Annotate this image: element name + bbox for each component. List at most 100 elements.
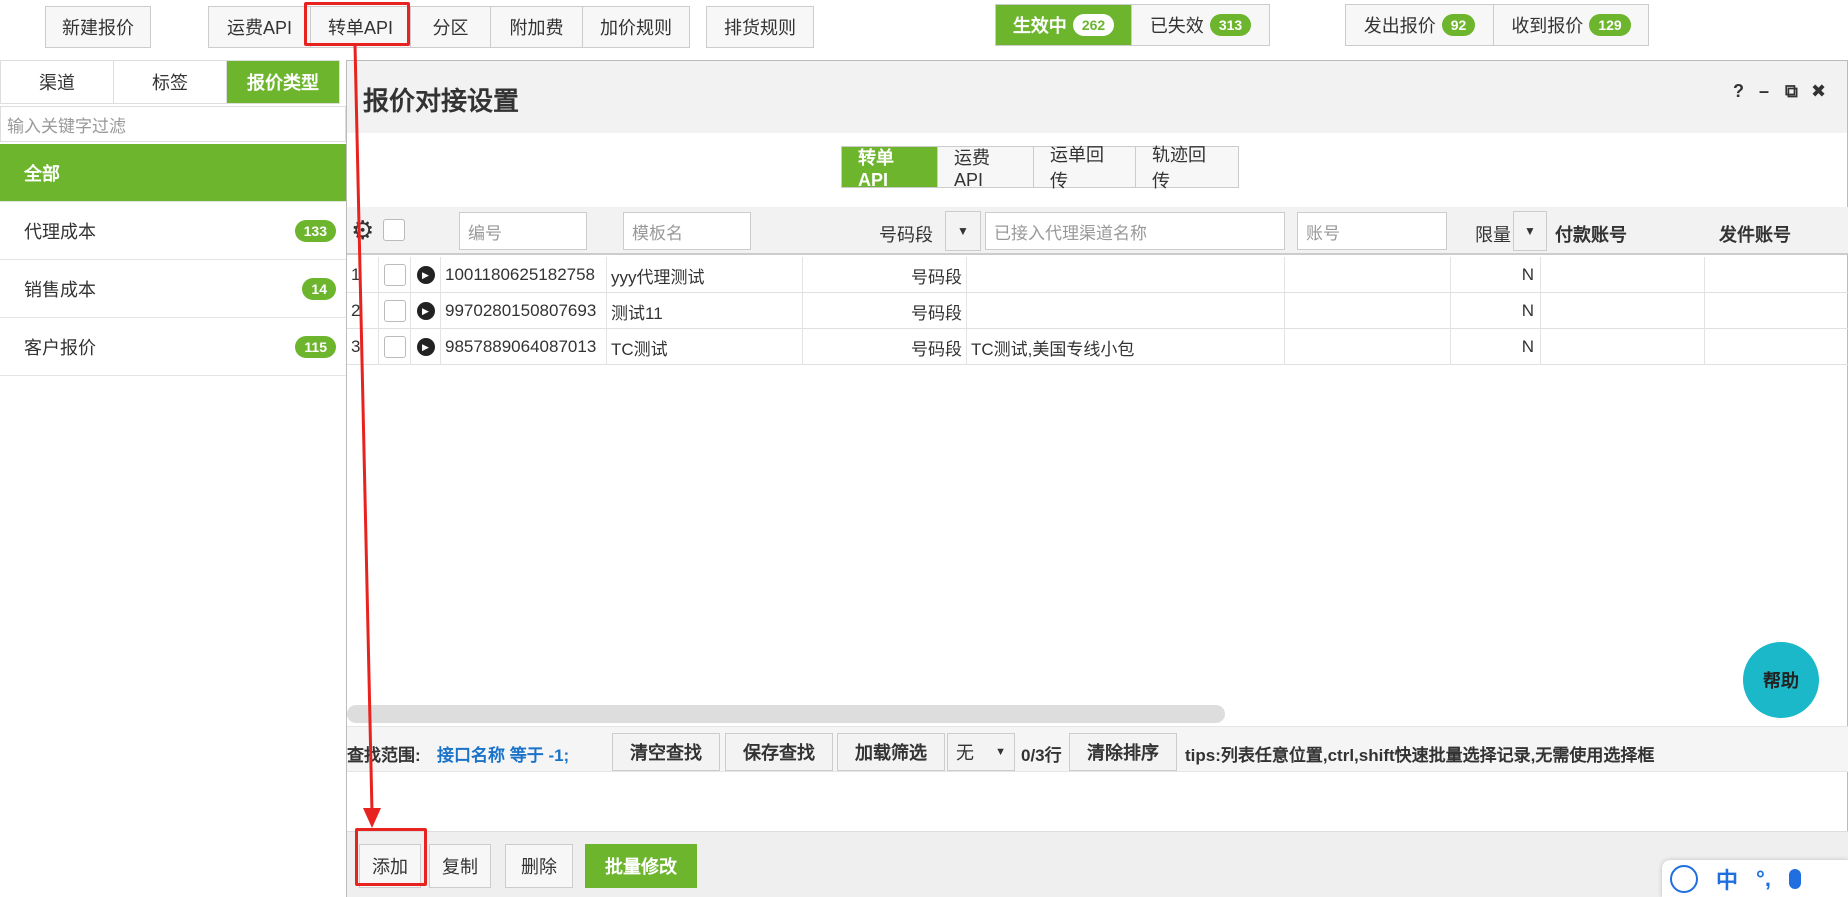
scope-label: 查找范围:	[347, 746, 421, 765]
status-expired-button[interactable]: 已失效 313	[1132, 5, 1269, 45]
horizontal-scrollbar[interactable]	[347, 705, 1225, 723]
quote-integration-dialog: 报价对接设置 ? – ⧉ ✖ 转单API 运费API 运单回传 轨迹回传 ⚙ 编…	[346, 60, 1848, 897]
sent-count-badge: 92	[1441, 14, 1476, 36]
table-row[interactable]: 1 ▶ 1001180625182758 yyy代理测试 号码段 N	[347, 257, 1848, 293]
status-active-button[interactable]: 生效中 262	[996, 5, 1132, 45]
row-pay-account	[1541, 329, 1705, 365]
dialog-header: 报价对接设置 ? – ⧉ ✖	[347, 61, 1847, 133]
row-channel	[967, 293, 1285, 329]
play-icon[interactable]: ▶	[416, 338, 435, 356]
row-checkbox[interactable]	[383, 336, 406, 358]
template-filter-input[interactable]: 模板名	[623, 212, 751, 250]
api-tab-group: 运费API 转单API 分区 附加费 加价规则	[208, 6, 690, 48]
select-all-checkbox[interactable]	[383, 219, 405, 241]
row-expand-cell: ▶	[411, 293, 441, 329]
sidebar-item-sales-cost[interactable]: 销售成本 14	[0, 260, 346, 318]
dialog-tab-tracking-return[interactable]: 轨迹回传	[1136, 145, 1238, 191]
close-icon[interactable]: ✖	[1811, 81, 1826, 102]
row-segment: 号码段	[803, 329, 967, 365]
row-number: 2	[351, 293, 379, 329]
chevron-down-icon: ▼	[995, 746, 1006, 758]
quote-direction-toggle: 发出报价 92 收到报价 129	[1345, 4, 1649, 46]
gear-icon[interactable]: ⚙	[351, 215, 374, 246]
limit-dropdown-icon[interactable]: ▼	[1513, 211, 1547, 251]
dialog-tab-waybill-return[interactable]: 运单回传	[1034, 145, 1136, 191]
table-row[interactable]: 3 ▶ 9857889064087013 TC测试 号码段 TC测试,美国专线小…	[347, 329, 1848, 365]
clear-sort-button[interactable]: 清除排序	[1069, 733, 1177, 771]
search-bar: 查找范围: 接口名称 等于 -1; 清空查找 保存查找 加载筛选 无 ▼ 0/3行…	[347, 726, 1848, 772]
code-filter-input[interactable]: 编号	[459, 212, 587, 250]
sidebar-filter-input[interactable]: 输入关键字过滤	[0, 106, 346, 142]
table-header: ⚙ 编号 模板名 号码段 ▼ 已接入代理渠道名称 账号 限量 ▼ 付款账号 发件…	[347, 207, 1848, 255]
sent-quotes-button[interactable]: 发出报价 92	[1346, 5, 1494, 45]
row-checkbox-cell	[379, 257, 411, 293]
batch-edit-button[interactable]: 批量修改	[585, 844, 697, 888]
row-count: 0/3行	[1021, 746, 1062, 765]
ime-toolbar: 中 °,	[1662, 860, 1848, 897]
table-row[interactable]: 2 ▶ 9970280150807693 测试11 号码段 N	[347, 293, 1848, 329]
tab-zone[interactable]: 分区	[411, 7, 491, 47]
highlight-transfer-api	[304, 2, 410, 46]
tips-text: tips:列表任意位置,ctrl,shift快速批量选择记录,无需使用选择框	[1185, 746, 1655, 765]
row-checkbox-cell	[379, 293, 411, 329]
row-limit: N	[1451, 293, 1541, 329]
segment-column-header: 号码段	[879, 225, 933, 245]
play-icon[interactable]: ▶	[416, 302, 435, 320]
row-number: 3	[351, 329, 379, 365]
tab-surcharge[interactable]: 附加费	[491, 7, 583, 47]
tab-quote-type[interactable]: 报价类型	[227, 61, 339, 103]
highlight-add-button	[355, 828, 427, 886]
help-icon[interactable]: ?	[1733, 81, 1744, 102]
dialog-tabs: 转单API 运费API 运单回传 轨迹回传	[841, 145, 1239, 191]
popout-icon[interactable]: ⧉	[1785, 81, 1798, 102]
row-checkbox-cell	[379, 329, 411, 365]
dialog-tab-freight-api[interactable]: 运费API	[938, 147, 1034, 190]
load-filter-button[interactable]: 加载筛选	[837, 733, 945, 771]
row-segment: 号码段	[803, 257, 967, 293]
tab-markup-rule[interactable]: 加价规则	[583, 7, 689, 47]
row-account	[1285, 257, 1451, 293]
filter-select[interactable]: 无 ▼	[947, 733, 1015, 771]
received-count-badge: 129	[1589, 14, 1631, 36]
help-floating-button[interactable]: 帮助	[1743, 642, 1819, 718]
save-search-button[interactable]: 保存查找	[725, 733, 833, 771]
row-account	[1285, 293, 1451, 329]
minimize-icon[interactable]: –	[1759, 81, 1769, 102]
tab-tag[interactable]: 标签	[114, 61, 227, 103]
channel-filter-input[interactable]: 已接入代理渠道名称	[985, 212, 1285, 250]
account-filter-input[interactable]: 账号	[1297, 212, 1447, 250]
tab-freight-api[interactable]: 运费API	[209, 7, 311, 47]
dialog-tab-transfer-api[interactable]: 转单API	[842, 147, 938, 190]
new-quote-button[interactable]: 新建报价	[45, 6, 151, 48]
row-channel	[967, 257, 1285, 293]
row-channel: TC测试,美国专线小包	[967, 329, 1285, 365]
tab-channel[interactable]: 渠道	[1, 61, 114, 103]
row-template: 测试11	[607, 293, 803, 329]
segment-dropdown-icon[interactable]: ▼	[945, 211, 981, 251]
delete-button[interactable]: 删除	[505, 844, 573, 888]
row-template: yyy代理测试	[607, 257, 803, 293]
row-checkbox[interactable]	[383, 264, 406, 286]
ifly-logo-icon[interactable]	[1670, 864, 1698, 893]
ime-punctuation-icon[interactable]: °,	[1756, 866, 1771, 892]
copy-button[interactable]: 复制	[429, 844, 491, 888]
row-expand-cell: ▶	[411, 329, 441, 365]
sidebar-item-agent-cost[interactable]: 代理成本 133	[0, 202, 346, 260]
row-checkbox[interactable]	[383, 300, 406, 322]
row-limit: N	[1451, 329, 1541, 365]
row-number: 1	[351, 257, 379, 293]
expired-count-badge: 313	[1209, 14, 1252, 36]
ime-language-indicator[interactable]: 中	[1716, 863, 1738, 895]
sidebar-item-customer-quote[interactable]: 客户报价 115	[0, 318, 346, 376]
row-limit: N	[1451, 257, 1541, 293]
clear-search-button[interactable]: 清空查找	[612, 733, 720, 771]
shipping-rule-button[interactable]: 排货规则	[706, 6, 814, 48]
received-quotes-button[interactable]: 收到报价 129	[1494, 5, 1648, 45]
sidebar-item-all[interactable]: 全部	[0, 144, 346, 202]
limit-column-header: 限量	[1475, 225, 1511, 245]
row-code: 9857889064087013	[441, 329, 607, 365]
customer-quote-count: 115	[295, 335, 336, 358]
play-icon[interactable]: ▶	[416, 266, 435, 284]
microphone-icon[interactable]	[1788, 868, 1801, 889]
dialog-title: 报价对接设置	[363, 86, 520, 116]
